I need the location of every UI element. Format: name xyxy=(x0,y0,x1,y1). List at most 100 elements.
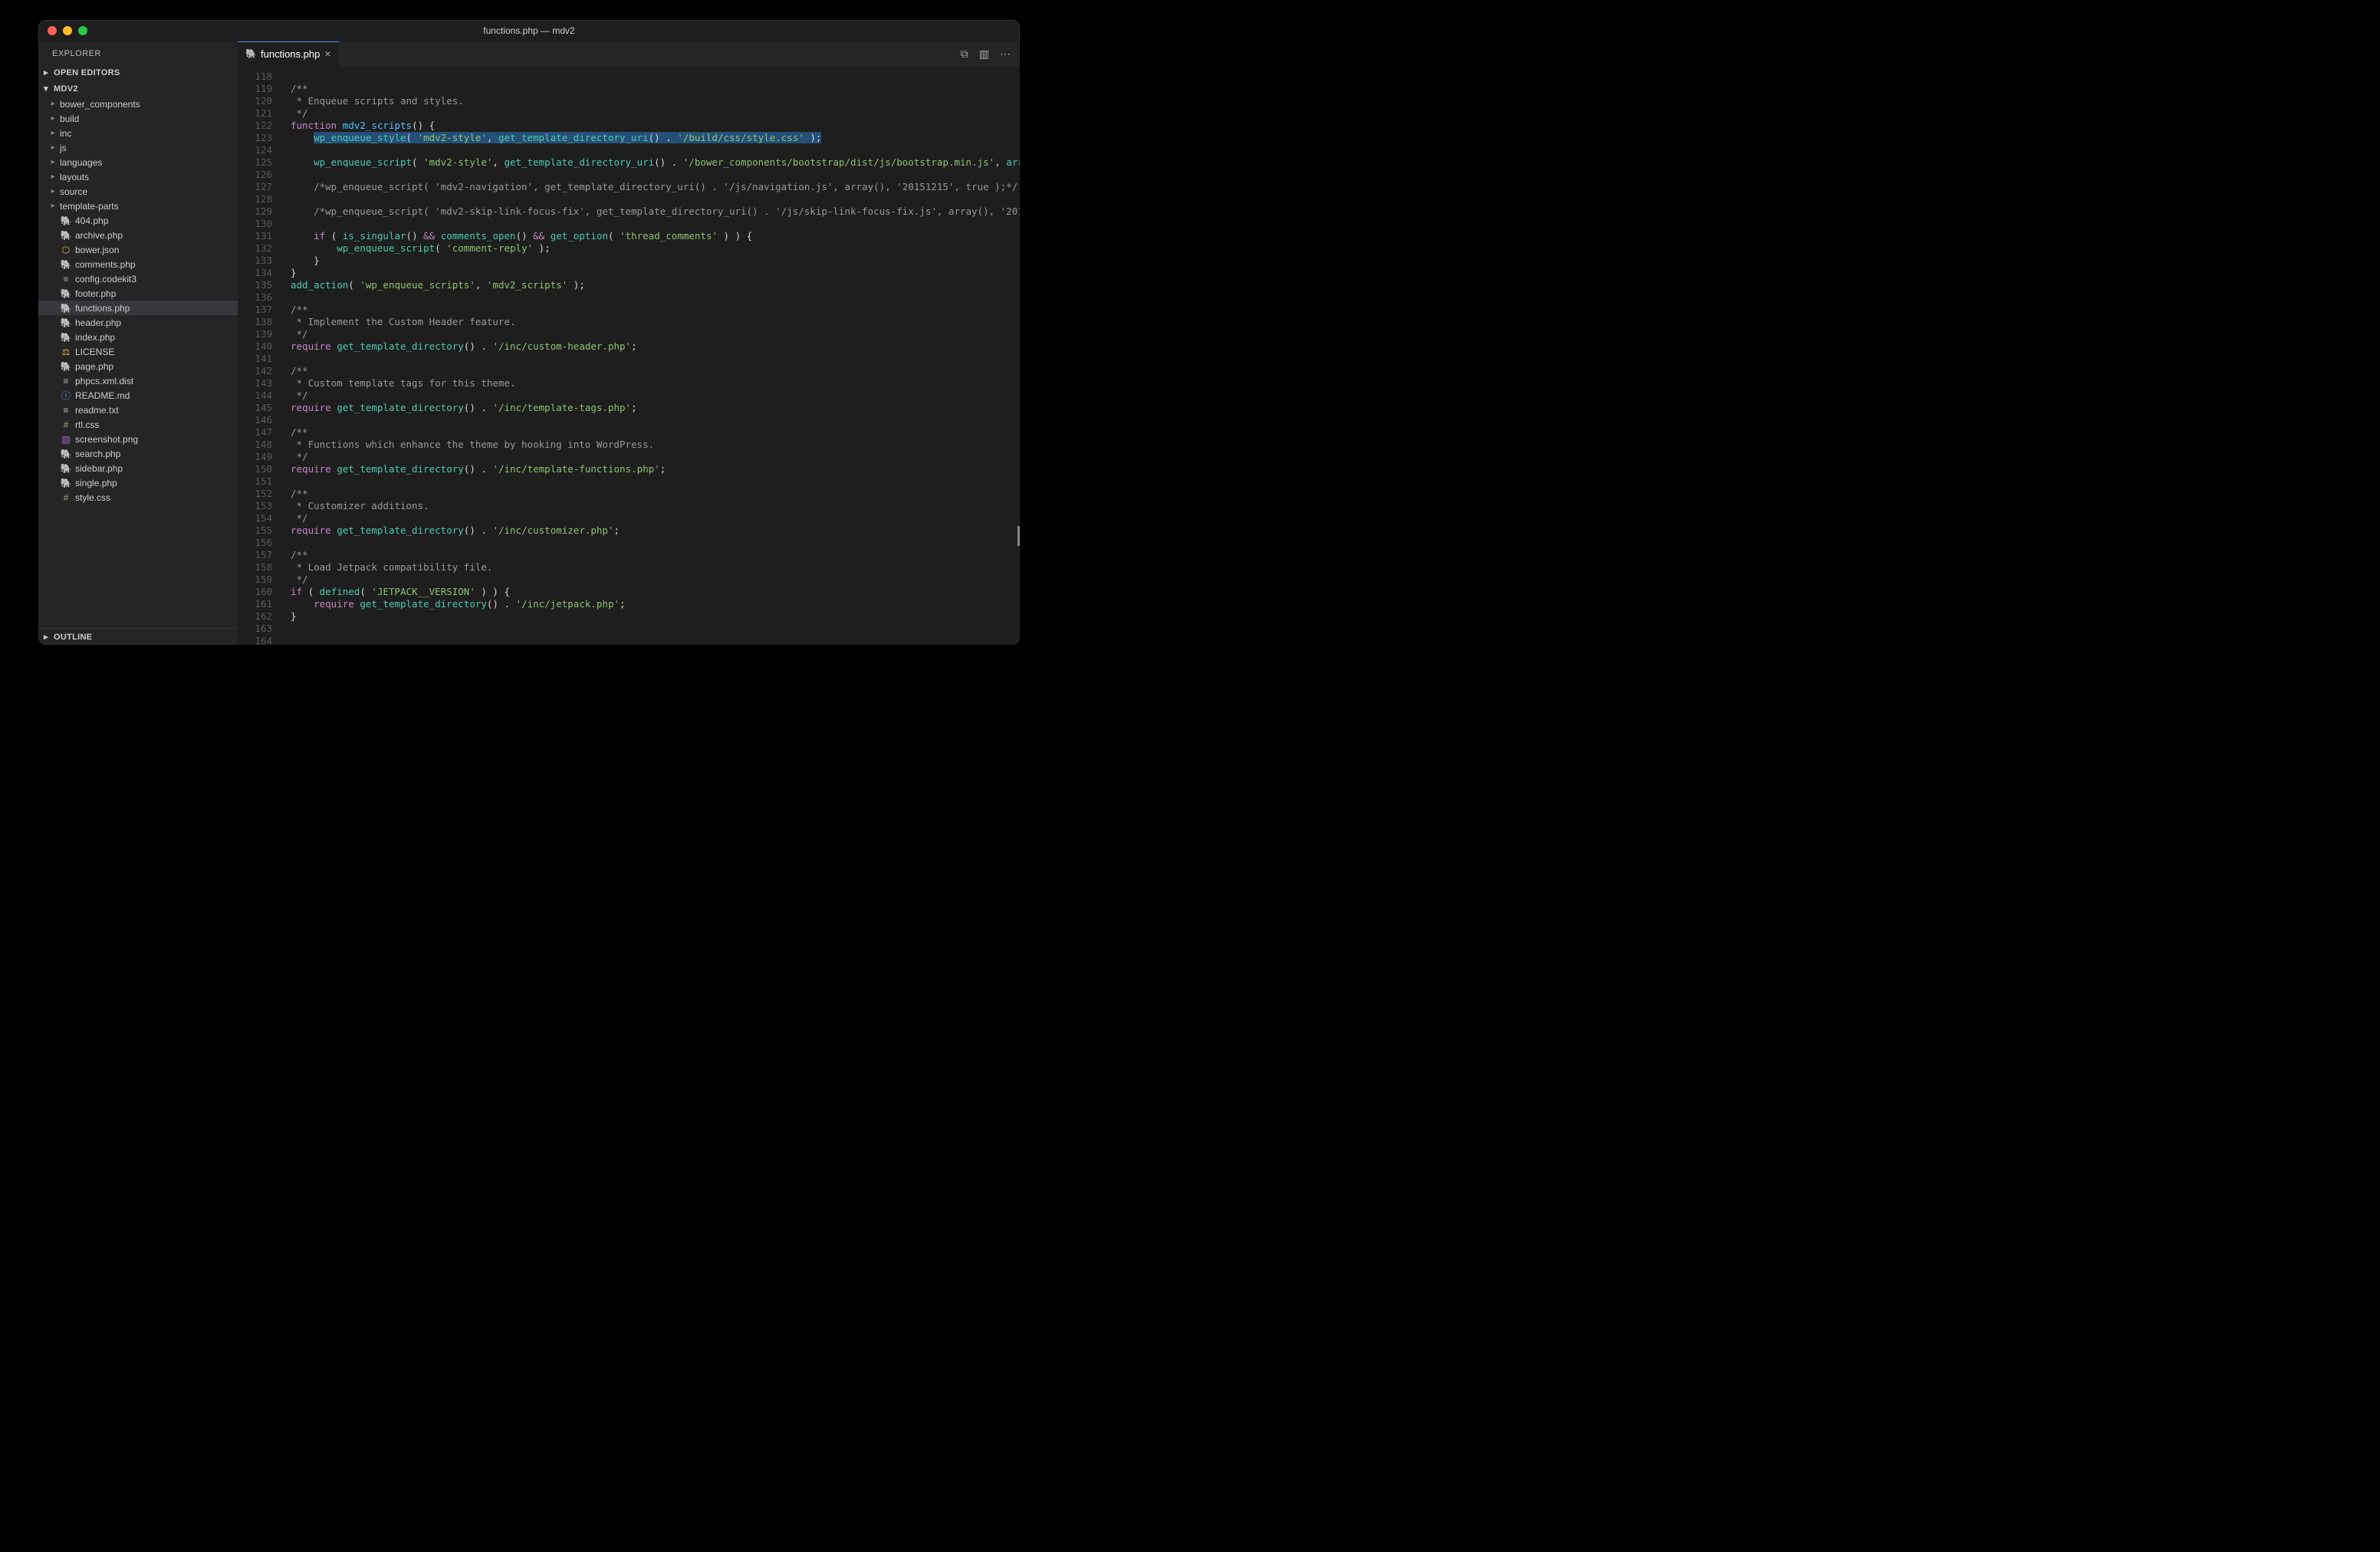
file-item[interactable]: #style.css xyxy=(38,490,238,505)
chevron-right-icon: ▸ xyxy=(49,173,57,181)
editor-area: 🐘 functions.php × ⧉ ▥ ⋯ 1181191201211221… xyxy=(238,41,1020,645)
folder-item[interactable]: ▸languages xyxy=(38,155,238,169)
file-label: style.css xyxy=(75,492,110,503)
file-tree: ▸bower_components▸build▸inc▸js▸languages… xyxy=(38,97,238,628)
open-editors-label: OPEN EDITORS xyxy=(54,68,120,77)
file-item[interactable]: 🐘functions.php xyxy=(38,301,238,315)
file-item[interactable]: ⚖LICENSE xyxy=(38,344,238,359)
file-label: README.md xyxy=(75,390,130,401)
chevron-right-icon: ▸ xyxy=(49,187,57,196)
file-label: comments.php xyxy=(75,259,136,270)
folder-label: build xyxy=(60,113,79,124)
file-icon: 🐘 xyxy=(60,288,72,299)
file-icon: ⓘ xyxy=(60,389,72,402)
close-window-button[interactable] xyxy=(48,26,57,35)
file-item[interactable]: #rtl.css xyxy=(38,417,238,432)
folder-item[interactable]: ▸layouts xyxy=(38,169,238,184)
main-body: EXPLORER ▸ OPEN EDITORS ▾ MDV2 ▸bower_co… xyxy=(38,41,1020,645)
file-icon: ≡ xyxy=(60,274,72,284)
tab-functions-php[interactable]: 🐘 functions.php × xyxy=(238,41,339,67)
explorer-sidebar: EXPLORER ▸ OPEN EDITORS ▾ MDV2 ▸bower_co… xyxy=(38,41,238,645)
file-label: screenshot.png xyxy=(75,434,138,445)
file-label: footer.php xyxy=(75,288,116,299)
file-label: header.php xyxy=(75,317,121,328)
file-icon: 🐘 xyxy=(60,215,72,226)
open-editors-section[interactable]: ▸ OPEN EDITORS xyxy=(38,64,238,81)
chevron-right-icon: ▸ xyxy=(49,202,57,210)
close-tab-icon[interactable]: × xyxy=(324,48,330,59)
file-item[interactable]: 🐘search.php xyxy=(38,446,238,461)
code-editor[interactable]: 1181191201211221231241251261271281291301… xyxy=(238,67,1020,645)
tab-bar: 🐘 functions.php × ⧉ ▥ ⋯ xyxy=(238,41,1020,67)
file-item[interactable]: ≡config.codekit3 xyxy=(38,271,238,286)
file-item[interactable]: 🐘sidebar.php xyxy=(38,461,238,475)
tab-label: functions.php xyxy=(261,48,320,60)
file-item[interactable]: 🐘index.php xyxy=(38,330,238,344)
file-label: archive.php xyxy=(75,230,123,241)
file-item[interactable]: ≡phpcs.xml.dist xyxy=(38,373,238,388)
project-section[interactable]: ▾ MDV2 xyxy=(38,81,238,97)
file-label: page.php xyxy=(75,361,113,372)
folder-item[interactable]: ▸template-parts xyxy=(38,199,238,213)
folder-item[interactable]: ▸build xyxy=(38,111,238,126)
file-icon: 🐘 xyxy=(60,463,72,474)
folder-label: template-parts xyxy=(60,201,119,212)
file-item[interactable]: 🐘404.php xyxy=(38,213,238,228)
file-item[interactable]: ⓘREADME.md xyxy=(38,388,238,403)
file-icon: # xyxy=(60,492,72,503)
file-item[interactable]: 🐘footer.php xyxy=(38,286,238,301)
compare-changes-icon[interactable]: ⧉ xyxy=(961,48,968,61)
folder-label: inc xyxy=(60,128,71,139)
file-label: sidebar.php xyxy=(75,463,123,474)
split-editor-icon[interactable]: ▥ xyxy=(979,48,989,61)
file-label: config.codekit3 xyxy=(75,274,136,284)
chevron-right-icon: ▸ xyxy=(49,143,57,152)
maximize-window-button[interactable] xyxy=(78,26,87,35)
file-icon: 🐘 xyxy=(60,361,72,372)
file-icon: ⬡ xyxy=(60,245,72,255)
file-label: phpcs.xml.dist xyxy=(75,376,133,386)
outline-label: OUTLINE xyxy=(54,633,92,642)
folder-item[interactable]: ▸inc xyxy=(38,126,238,140)
file-label: rtl.css xyxy=(75,419,99,430)
titlebar: functions.php — mdv2 xyxy=(38,20,1020,41)
code-lines[interactable]: /** * Enqueue scripts and styles. */func… xyxy=(280,67,1020,645)
file-item[interactable]: ≡readme.txt xyxy=(38,403,238,417)
file-icon: ≡ xyxy=(60,376,72,386)
folder-item[interactable]: ▸js xyxy=(38,140,238,155)
file-icon: ≡ xyxy=(60,405,72,416)
file-label: bower.json xyxy=(75,245,119,255)
folder-label: layouts xyxy=(60,172,89,182)
vscode-window: functions.php — mdv2 EXPLORER ▸ OPEN EDI… xyxy=(38,20,1020,645)
file-label: index.php xyxy=(75,332,115,343)
file-label: functions.php xyxy=(75,303,130,314)
file-label: single.php xyxy=(75,478,117,488)
chevron-right-icon: ▸ xyxy=(41,67,51,77)
more-actions-icon[interactable]: ⋯ xyxy=(1000,48,1011,61)
folder-label: languages xyxy=(60,157,102,168)
minimize-window-button[interactable] xyxy=(63,26,72,35)
chevron-right-icon: ▸ xyxy=(49,114,57,123)
file-item[interactable]: 🐘page.php xyxy=(38,359,238,373)
file-item[interactable]: ⬡bower.json xyxy=(38,242,238,257)
outline-section[interactable]: ▸ OUTLINE xyxy=(38,628,238,645)
file-icon: 🐘 xyxy=(60,317,72,328)
file-label: 404.php xyxy=(75,215,108,226)
chevron-right-icon: ▸ xyxy=(49,158,57,166)
folder-label: js xyxy=(60,143,67,153)
file-icon: # xyxy=(60,419,72,430)
file-icon: 🐘 xyxy=(60,230,72,241)
editor-actions: ⧉ ▥ ⋯ xyxy=(952,41,1020,67)
file-icon: 🐘 xyxy=(60,259,72,270)
file-icon: ⚖ xyxy=(60,347,72,357)
file-item[interactable]: 🐘single.php xyxy=(38,475,238,490)
file-item[interactable]: 🐘comments.php xyxy=(38,257,238,271)
window-title: functions.php — mdv2 xyxy=(38,25,1020,36)
file-item[interactable]: 🐘header.php xyxy=(38,315,238,330)
overview-ruler[interactable] xyxy=(1017,67,1020,645)
explorer-heading: EXPLORER xyxy=(38,41,238,64)
folder-item[interactable]: ▸bower_components xyxy=(38,97,238,111)
file-item[interactable]: ▧screenshot.png xyxy=(38,432,238,446)
folder-item[interactable]: ▸source xyxy=(38,184,238,199)
file-item[interactable]: 🐘archive.php xyxy=(38,228,238,242)
